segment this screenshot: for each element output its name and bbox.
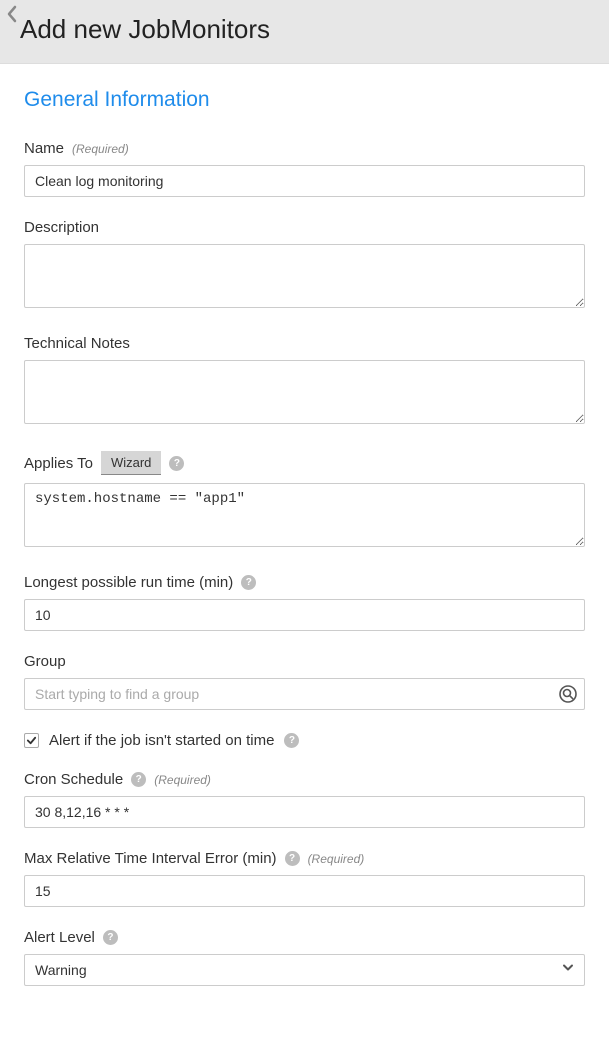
field-alert-level: Alert Level ? Warning xyxy=(24,929,585,986)
longest-runtime-input[interactable] xyxy=(24,599,585,631)
cron-required: (Required) xyxy=(154,773,211,787)
name-required: (Required) xyxy=(72,142,129,156)
header-bar: Add new JobMonitors xyxy=(0,0,609,64)
alert-level-label: Alert Level xyxy=(24,929,95,946)
field-max-interval-error: Max Relative Time Interval Error (min) ?… xyxy=(24,850,585,907)
applies-to-label: Applies To xyxy=(24,455,93,472)
field-longest-runtime: Longest possible run time (min) ? xyxy=(24,574,585,631)
longest-runtime-label: Longest possible run time (min) xyxy=(24,574,233,591)
help-icon[interactable]: ? xyxy=(131,772,146,787)
alert-checkbox-label: Alert if the job isn't started on time xyxy=(49,732,274,749)
alert-checkbox-row: Alert if the job isn't started on time ? xyxy=(24,732,585,749)
help-icon[interactable]: ? xyxy=(169,456,184,471)
description-label: Description xyxy=(24,219,99,236)
form-content: General Information Name (Required) Desc… xyxy=(0,64,609,1038)
max-interval-error-input[interactable] xyxy=(24,875,585,907)
help-icon[interactable]: ? xyxy=(103,930,118,945)
max-interval-required: (Required) xyxy=(308,852,365,866)
alert-level-select[interactable]: Warning xyxy=(24,954,585,986)
alert-checkbox[interactable] xyxy=(24,733,39,748)
help-icon[interactable]: ? xyxy=(285,851,300,866)
applies-to-textarea[interactable]: system.hostname == "app1" xyxy=(24,483,585,547)
help-icon[interactable]: ? xyxy=(284,733,299,748)
technical-notes-label: Technical Notes xyxy=(24,335,130,352)
search-icon[interactable] xyxy=(559,685,577,703)
technical-notes-textarea[interactable] xyxy=(24,360,585,424)
name-label: Name xyxy=(24,140,64,157)
field-group: Group xyxy=(24,653,585,710)
field-technical-notes: Technical Notes xyxy=(24,335,585,429)
max-interval-error-label: Max Relative Time Interval Error (min) xyxy=(24,850,277,867)
page-title: Add new JobMonitors xyxy=(20,10,589,45)
field-name: Name (Required) xyxy=(24,140,585,197)
group-input[interactable] xyxy=(24,678,585,710)
help-icon[interactable]: ? xyxy=(241,575,256,590)
field-cron-schedule: Cron Schedule ? (Required) xyxy=(24,771,585,828)
field-description: Description xyxy=(24,219,585,313)
name-input[interactable] xyxy=(24,165,585,197)
cron-schedule-label: Cron Schedule xyxy=(24,771,123,788)
section-title: General Information xyxy=(24,88,585,112)
field-applies-to: Applies To Wizard ? system.hostname == "… xyxy=(24,451,585,552)
description-textarea[interactable] xyxy=(24,244,585,308)
cron-schedule-input[interactable] xyxy=(24,796,585,828)
group-label: Group xyxy=(24,653,66,670)
wizard-button[interactable]: Wizard xyxy=(101,451,161,475)
back-chevron-icon[interactable] xyxy=(4,4,20,24)
